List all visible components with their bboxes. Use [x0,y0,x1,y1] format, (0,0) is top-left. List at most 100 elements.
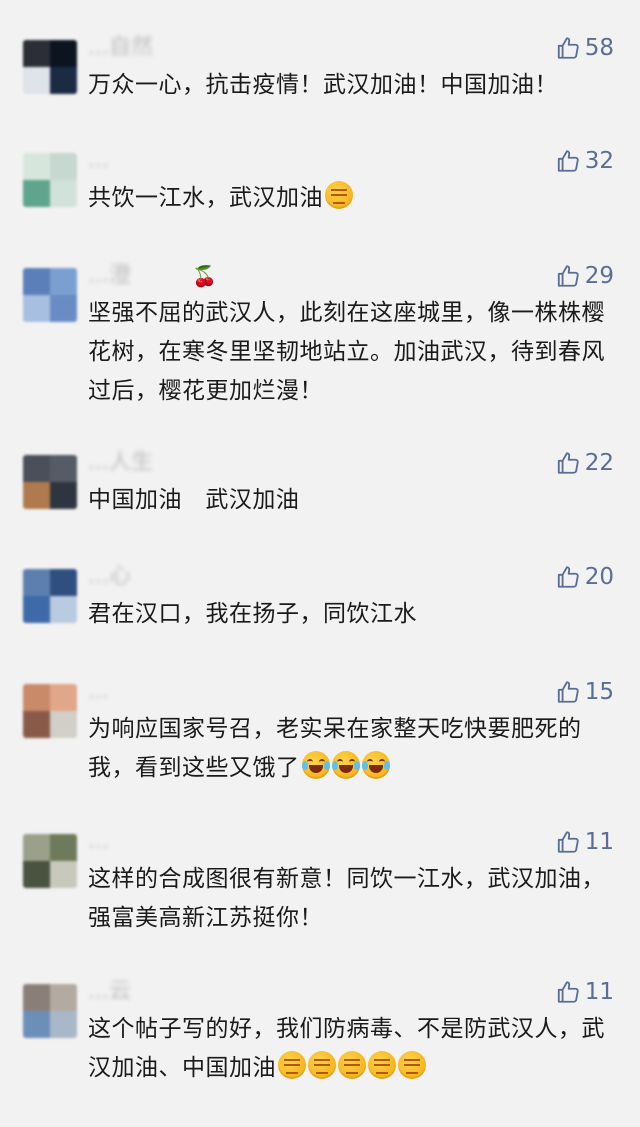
username[interactable]: ...云 [88,978,131,1006]
thumbs-up-icon [555,829,581,855]
username-text: ...自然 [88,35,153,60]
username-text: ...澄 [88,263,131,288]
avatar-pixel [23,834,50,861]
avatar-pixel [50,482,77,509]
avatar-pixel [23,596,50,623]
fist-emoji-icon [308,1051,336,1079]
username-text: ...人生 [88,450,153,475]
avatar-pixel [50,153,77,180]
avatar[interactable] [23,834,77,888]
avatar-pixel [50,984,77,1011]
like-count: 32 [584,148,614,174]
like-button[interactable]: 11 [555,826,614,858]
avatar-pixel [23,40,50,67]
like-button[interactable]: 32 [555,145,614,177]
thumbs-up-icon [555,148,581,174]
like-button[interactable]: 11 [555,976,614,1008]
comment-body: 这样的合成图很有新意！同饮一江水，武汉加油，强富美高新江苏挺你！ [88,866,605,931]
avatar-pixel [23,984,50,1011]
laughing-tears-emoji-icon [361,751,390,779]
avatar-pixel [23,861,50,888]
username[interactable]: ...自然 [88,34,153,62]
avatar[interactable] [23,153,77,207]
avatar-pixel [23,569,50,596]
laughing-tears-emoji-icon [331,751,360,779]
like-count: 22 [584,450,614,476]
thumbs-up-icon [555,679,581,705]
fist-emoji-icon [278,1051,306,1079]
laughing-tears-emoji-icon [301,751,330,779]
avatar[interactable] [23,40,77,94]
avatar-pixel [50,268,77,295]
avatar-pixel [50,711,77,738]
comment-body: 中国加油 武汉加油 [88,487,300,513]
avatar-pixel [23,1011,50,1038]
avatar-pixel [50,67,77,94]
avatar-pixel [50,684,77,711]
username-text: ...云 [88,979,131,1004]
comment-text: 这样的合成图很有新意！同饮一江水，武汉加油，强富美高新江苏挺你！ [88,860,608,938]
thumbs-up-icon [555,450,581,476]
comment-text: 中国加油 武汉加油 [88,481,608,520]
avatar[interactable] [23,268,77,322]
username[interactable]: ...心 [88,563,131,591]
thumbs-up-icon [555,979,581,1005]
username[interactable]: ... [88,828,109,856]
comment-body: 君在汉口，我在扬子，同饮江水 [88,601,417,627]
like-count: 15 [584,679,614,705]
like-count: 11 [584,829,614,855]
like-button[interactable]: 58 [555,32,614,64]
avatar-pixel [23,482,50,509]
avatar[interactable] [23,684,77,738]
avatar-pixel [50,40,77,67]
cherry-emoji: 🍒 [192,264,217,288]
avatar-pixel [50,569,77,596]
like-count: 58 [584,35,614,61]
comment-text: 为响应国家号召，老实呆在家整天吃快要肥死的我，看到这些又饿了 [88,710,608,788]
thumbs-up-icon [555,263,581,289]
avatar-pixel [23,153,50,180]
avatar-pixel [23,180,50,207]
avatar-pixel [23,268,50,295]
like-button[interactable]: 29 [555,260,614,292]
comment-body: 共饮一江水，武汉加油 [88,185,323,211]
avatar[interactable] [23,569,77,623]
like-count: 29 [584,263,614,289]
fist-emoji-icon [338,1051,366,1079]
username-text: ... [88,829,109,854]
avatar[interactable] [23,984,77,1038]
avatar-pixel [50,596,77,623]
comment-body: 坚强不屈的武汉人，此刻在这座城里，像一株株樱花树，在寒冬里坚韧地站立。加油武汉，… [88,300,605,404]
avatar-pixel [23,684,50,711]
avatar[interactable] [23,455,77,509]
comment-text: 万众一心，抗击疫情！武汉加油！中国加油！ [88,66,608,105]
avatar-pixel [50,1011,77,1038]
avatar-pixel [23,67,50,94]
avatar-pixel [50,834,77,861]
emoji-group [325,181,353,209]
avatar-pixel [50,295,77,322]
like-button[interactable]: 15 [555,676,614,708]
comment-text: 共饮一江水，武汉加油 [88,179,608,218]
username-text: ... [88,679,109,704]
comment-text: 坚强不屈的武汉人，此刻在这座城里，像一株株樱花树，在寒冬里坚韧地站立。加油武汉，… [88,294,608,411]
emoji-group [278,1051,426,1079]
emoji-group [301,751,390,779]
fist-emoji-icon [368,1051,396,1079]
thumbs-up-icon [555,35,581,61]
username[interactable]: ... [88,678,109,706]
comment-body: 万众一心，抗击疫情！武汉加油！中国加油！ [88,72,558,98]
username[interactable]: ...人生 [88,449,153,477]
username[interactable]: ... [88,147,109,175]
username[interactable]: ...澄 [88,262,131,290]
comment-text: 这个帖子写的好，我们防病毒、不是防武汉人，武汉加油、中国加油 [88,1010,608,1088]
thumbs-up-icon [555,564,581,590]
like-count: 11 [584,979,614,1005]
avatar-pixel [23,455,50,482]
avatar-pixel [50,455,77,482]
avatar-pixel [23,711,50,738]
like-button[interactable]: 22 [555,447,614,479]
avatar-pixel [50,180,77,207]
like-button[interactable]: 20 [555,561,614,593]
username-text: ... [88,148,109,173]
